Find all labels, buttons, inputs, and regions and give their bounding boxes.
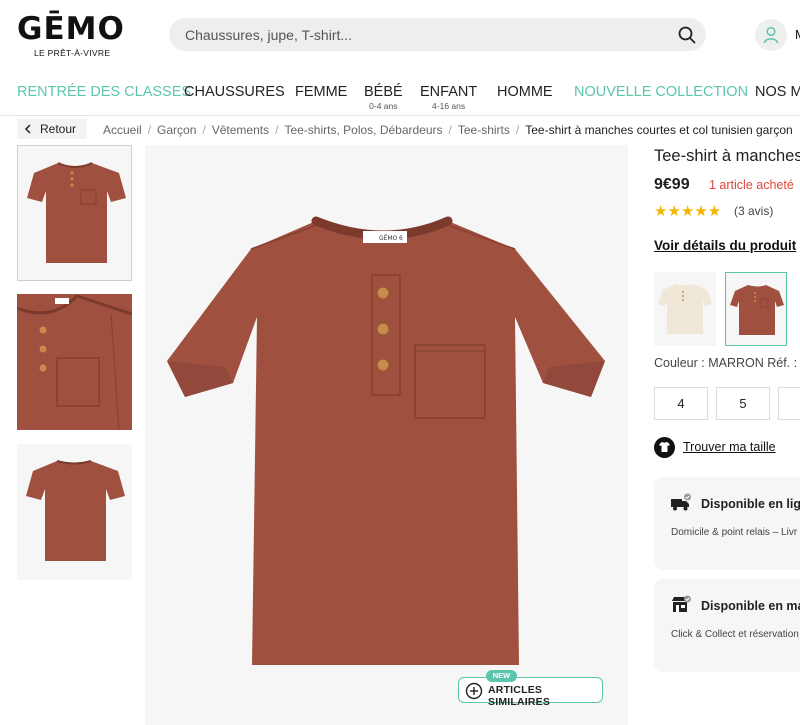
logo-tagline: LE PRÊT-À-VIVRE bbox=[34, 48, 111, 58]
breadcrumb: Accueil / Garçon / Vêtements / Tee-shirts, Pol… bbox=[103, 123, 793, 137]
nav-label: RENTRÉE DES CLASSES bbox=[17, 84, 192, 100]
review-count[interactable]: (3 avis) bbox=[734, 204, 773, 218]
color-swatch-marron[interactable] bbox=[725, 272, 787, 346]
breadcrumb-item[interactable]: Tee-shirts, Polos, Débardeurs bbox=[284, 123, 442, 137]
nav-sub-label: 0-4 ans bbox=[369, 101, 398, 111]
nav-label: CHAUSSURES bbox=[184, 84, 285, 100]
nav-item-nos-marques[interactable]: NOS M bbox=[755, 84, 800, 100]
nav-item-chaussures[interactable]: CHAUSSURES bbox=[184, 84, 285, 100]
size-option-partial[interactable] bbox=[778, 387, 800, 420]
tshirt-detail-image bbox=[17, 294, 132, 430]
plus-circle-icon bbox=[465, 682, 483, 700]
rating-stars[interactable]: ★★★★★ bbox=[654, 202, 721, 220]
breadcrumb-separator: / bbox=[202, 123, 206, 137]
tshirt-front-image bbox=[27, 162, 126, 263]
nav-label: FEMME bbox=[295, 84, 348, 100]
breadcrumb-item[interactable]: Accueil bbox=[103, 123, 142, 137]
sold-count: 1 article acheté bbox=[709, 178, 794, 192]
back-button[interactable]: Retour bbox=[17, 119, 87, 139]
nav-label: HOMME bbox=[497, 84, 553, 100]
size-guide-link[interactable]: Trouver ma taille bbox=[654, 437, 776, 463]
product-price: 9€99 bbox=[654, 176, 690, 193]
tshirt-beige-image bbox=[658, 284, 712, 334]
similar-articles-button[interactable]: ARTICLES SIMILAIRES bbox=[458, 677, 603, 708]
nav-label: BÉBÉ bbox=[364, 84, 403, 100]
breadcrumb-item[interactable]: Tee-shirts bbox=[458, 123, 510, 137]
thumbnail-front[interactable] bbox=[17, 145, 132, 281]
nav-item-bebe[interactable]: BÉBÉ 0-4 ans bbox=[364, 84, 403, 111]
account-button[interactable] bbox=[755, 19, 787, 51]
nav-item-rentree[interactable]: RENTRÉE DES CLASSES bbox=[17, 84, 191, 100]
tshirt-icon bbox=[654, 437, 675, 458]
main-navigation: RENTRÉE DES CLASSES CHAUSSURES FEMME BÉB… bbox=[0, 76, 800, 116]
search-icon[interactable] bbox=[678, 26, 696, 44]
nav-label: NOS M bbox=[755, 84, 800, 100]
size-option[interactable]: 4 bbox=[654, 387, 708, 420]
size-guide-label: Trouver ma taille bbox=[683, 440, 776, 454]
gemo-logo[interactable]: GĒMO LE PRÊT-À-VIVRE bbox=[17, 12, 129, 58]
availability-online-card[interactable]: Disponible en lign Domicile & point rela… bbox=[654, 477, 800, 570]
product-details-link[interactable]: Voir détails du produit bbox=[654, 238, 796, 253]
breadcrumb-item[interactable]: Vêtements bbox=[212, 123, 269, 137]
breadcrumb-separator: / bbox=[275, 123, 279, 137]
breadcrumb-separator: / bbox=[515, 123, 520, 137]
logo-wordmark: GĒMO bbox=[17, 11, 125, 47]
user-icon bbox=[763, 26, 779, 44]
availability-store-card[interactable]: Disponible en mag Click & Collect et rés… bbox=[654, 579, 800, 672]
nav-label: ENFANT bbox=[420, 84, 478, 100]
thumbnail-back[interactable] bbox=[17, 444, 132, 580]
tshirt-marron-image bbox=[730, 285, 784, 335]
account-label[interactable]: M bbox=[795, 27, 800, 42]
breadcrumb-current: Tee-shirt à manches courtes et col tunis… bbox=[525, 123, 793, 137]
thumbnail-detail[interactable] bbox=[17, 294, 132, 430]
breadcrumb-item[interactable]: Garçon bbox=[157, 123, 196, 137]
main-product-image[interactable]: GĒMO 6 bbox=[145, 145, 628, 725]
search-bar bbox=[169, 18, 706, 51]
nav-item-enfant[interactable]: ENFANT 4-16 ans bbox=[420, 84, 477, 111]
nav-label: NOUVELLE COLLECTION bbox=[574, 84, 749, 100]
breadcrumb-separator: / bbox=[147, 123, 152, 137]
availability-online-sub: Domicile & point relais – Livr bbox=[671, 527, 798, 538]
availability-online-title: Disponible en lign bbox=[701, 497, 800, 511]
product-title: Tee-shirt à manches bbox=[654, 147, 800, 165]
color-reference: Couleur : MARRON Réf. : 4 bbox=[654, 356, 800, 370]
nav-sub-label: 4-16 ans bbox=[432, 101, 466, 111]
color-swatch-beige[interactable] bbox=[654, 272, 716, 346]
availability-store-title: Disponible en mag bbox=[701, 599, 800, 613]
neck-label-size: 6 bbox=[399, 235, 403, 242]
nav-item-nouvelle-collection[interactable]: NOUVELLE COLLECTION bbox=[574, 84, 748, 100]
availability-store-sub: Click & Collect et réservation bbox=[671, 629, 799, 640]
nav-item-homme[interactable]: HOMME bbox=[497, 84, 553, 100]
back-label: Retour bbox=[40, 122, 77, 136]
neck-label-text: GĒMO bbox=[379, 235, 398, 242]
nav-item-femme[interactable]: FEMME bbox=[295, 84, 347, 100]
breadcrumb-separator: / bbox=[448, 123, 452, 137]
store-icon bbox=[672, 595, 691, 612]
new-badge: NEW bbox=[486, 670, 517, 682]
size-option[interactable]: 5 bbox=[716, 387, 770, 420]
search-input[interactable] bbox=[185, 18, 665, 51]
delivery-truck-icon bbox=[671, 493, 691, 511]
site-header: GĒMO LE PRÊT-À-VIVRE M bbox=[0, 0, 800, 70]
similar-articles-label: ARTICLES SIMILAIRES bbox=[488, 684, 551, 708]
tshirt-back-image bbox=[26, 460, 125, 561]
chevron-left-icon bbox=[24, 124, 31, 134]
tshirt-main-image: GĒMO 6 bbox=[167, 216, 605, 665]
